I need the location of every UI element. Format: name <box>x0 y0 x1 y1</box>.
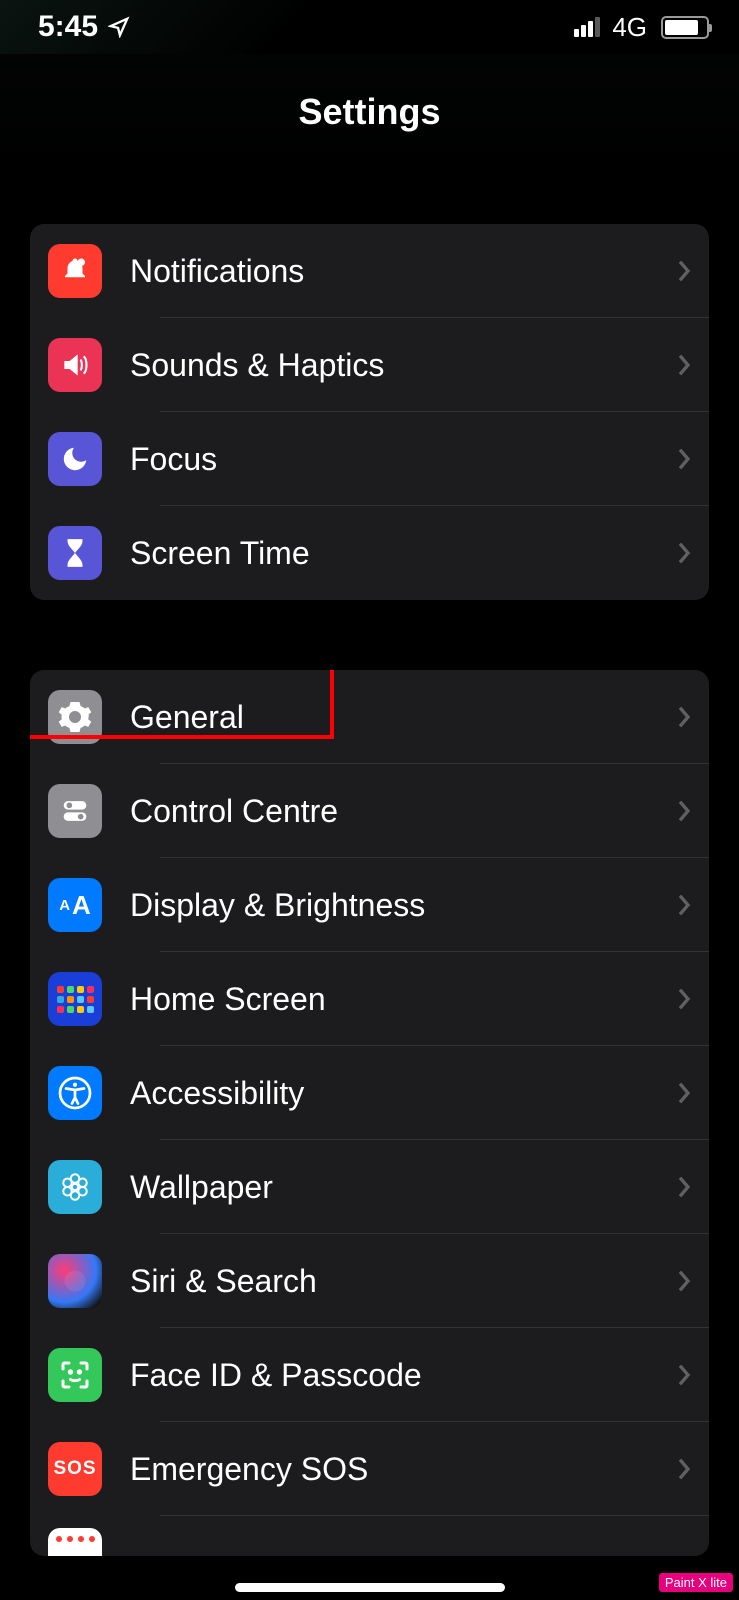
face-icon <box>48 1348 102 1402</box>
chevron-right-icon <box>677 259 691 283</box>
chevron-right-icon <box>677 893 691 917</box>
network-label: 4G <box>612 12 647 43</box>
row-display[interactable]: A A Display & Brightness <box>30 858 709 952</box>
location-icon <box>108 16 130 38</box>
chevron-right-icon <box>677 541 691 565</box>
row-partial[interactable] <box>30 1516 709 1556</box>
chevron-right-icon <box>677 1363 691 1387</box>
partial-icon <box>48 1528 102 1556</box>
speaker-icon <box>48 338 102 392</box>
grid-icon <box>48 972 102 1026</box>
chevron-right-icon <box>677 1457 691 1481</box>
settings-list: Notifications Sounds & Haptics Focus <box>0 224 739 1556</box>
row-label: Sounds & Haptics <box>130 347 677 384</box>
row-siri[interactable]: Siri & Search <box>30 1234 709 1328</box>
row-label: Home Screen <box>130 981 677 1018</box>
row-label: Display & Brightness <box>130 887 677 924</box>
row-label: Accessibility <box>130 1075 677 1112</box>
settings-group-1: Notifications Sounds & Haptics Focus <box>30 224 709 600</box>
page-title: Settings <box>298 91 440 133</box>
row-label: Focus <box>130 441 677 478</box>
text-size-icon: A A <box>48 878 102 932</box>
row-wallpaper[interactable]: Wallpaper <box>30 1140 709 1234</box>
siri-icon <box>48 1254 102 1308</box>
toggles-icon <box>48 784 102 838</box>
chevron-right-icon <box>677 1081 691 1105</box>
settings-group-2: General Control Centre A A Display & Bri… <box>30 670 709 1556</box>
signal-icon <box>574 17 600 37</box>
status-right: 4G <box>574 12 709 43</box>
row-label: Face ID & Passcode <box>130 1357 677 1394</box>
row-faceid[interactable]: Face ID & Passcode <box>30 1328 709 1422</box>
row-controlcentre[interactable]: Control Centre <box>30 764 709 858</box>
watermark: Paint X lite <box>659 1573 733 1592</box>
chevron-right-icon <box>677 1269 691 1293</box>
sos-icon: SOS <box>48 1442 102 1496</box>
status-time: 5:45 <box>38 10 98 44</box>
row-focus[interactable]: Focus <box>30 412 709 506</box>
status-bar: 5:45 4G <box>0 0 739 54</box>
row-screentime[interactable]: Screen Time <box>30 506 709 600</box>
row-label: Siri & Search <box>130 1263 677 1300</box>
accessibility-icon <box>48 1066 102 1120</box>
row-sos[interactable]: SOS Emergency SOS <box>30 1422 709 1516</box>
row-label: Wallpaper <box>130 1169 677 1206</box>
battery-icon <box>661 16 709 39</box>
chevron-right-icon <box>677 447 691 471</box>
chevron-right-icon <box>677 799 691 823</box>
row-label: General <box>130 699 677 736</box>
row-accessibility[interactable]: Accessibility <box>30 1046 709 1140</box>
status-left: 5:45 <box>38 10 130 44</box>
row-label: Emergency SOS <box>130 1451 677 1488</box>
hourglass-icon <box>48 526 102 580</box>
header: Settings <box>0 54 739 169</box>
chevron-right-icon <box>677 1175 691 1199</box>
chevron-right-icon <box>677 705 691 729</box>
moon-icon <box>48 432 102 486</box>
row-homescreen[interactable]: Home Screen <box>30 952 709 1046</box>
bell-icon <box>48 244 102 298</box>
flower-icon <box>48 1160 102 1214</box>
row-general[interactable]: General <box>30 670 709 764</box>
chevron-right-icon <box>677 353 691 377</box>
row-sounds[interactable]: Sounds & Haptics <box>30 318 709 412</box>
row-label: Screen Time <box>130 535 677 572</box>
row-label: Notifications <box>130 253 677 290</box>
row-label: Control Centre <box>130 793 677 830</box>
gear-icon <box>48 690 102 744</box>
row-notifications[interactable]: Notifications <box>30 224 709 318</box>
chevron-right-icon <box>677 987 691 1011</box>
home-indicator[interactable] <box>235 1583 505 1592</box>
